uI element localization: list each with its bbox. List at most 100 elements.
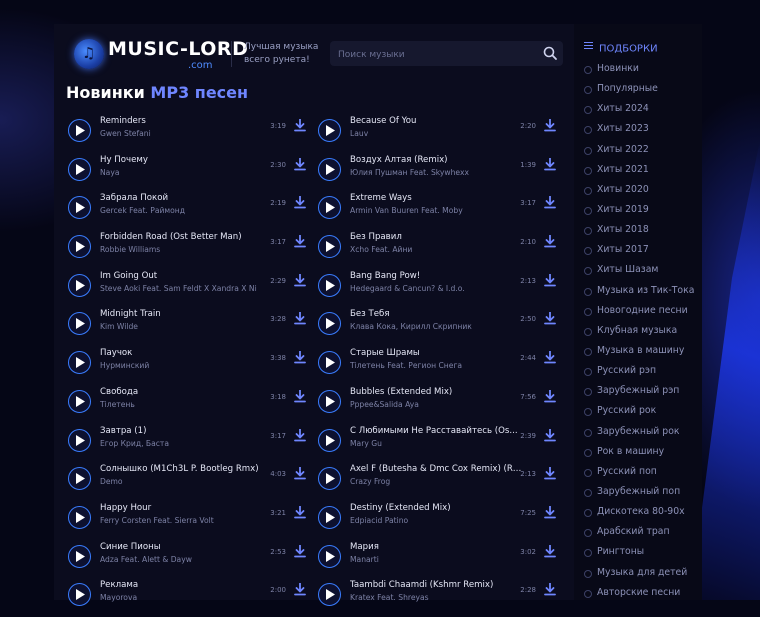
play-button[interactable]: [68, 428, 91, 452]
track-title[interactable]: Bubbles (Extended Mix): [350, 387, 525, 397]
search-input[interactable]: [330, 41, 540, 68]
track-title[interactable]: Без Тебя: [350, 309, 525, 319]
download-icon[interactable]: [294, 196, 306, 209]
site-logo[interactable]: ♫ MUSIC-LORD .com: [74, 38, 248, 71]
track-artist[interactable]: Steve Aoki Feat. Sam Feldt X Xandra X Ni: [100, 284, 258, 293]
play-button[interactable]: [68, 544, 91, 568]
track-artist[interactable]: Gercek Feat. Раймонд: [100, 206, 258, 215]
track-row[interactable]: Синие Пионы Adza Feat. Alett & Dayw 2:53: [68, 540, 308, 579]
track-artist[interactable]: Kratex Feat. Shreyas: [350, 593, 508, 602]
download-icon[interactable]: [544, 467, 556, 480]
track-title[interactable]: Extreme Ways: [350, 193, 525, 203]
play-button[interactable]: [68, 235, 91, 259]
sidebar-item[interactable]: Хиты 2023: [584, 122, 702, 142]
sidebar-item[interactable]: Зарубежный рок: [584, 425, 702, 445]
play-button[interactable]: [318, 544, 341, 568]
download-icon[interactable]: [544, 389, 556, 403]
track-row[interactable]: Forbidden Road (Ost Better Man) Robbie Wi…: [68, 230, 308, 269]
track-artist[interactable]: Тілетень: [100, 400, 258, 409]
track-artist[interactable]: Demo: [100, 477, 258, 486]
track-title[interactable]: Солнышко (M1Ch3L P. Bootleg Rmx): [100, 464, 275, 474]
track-artist[interactable]: Клава Кока, Кирилл Скрипник: [350, 322, 508, 331]
sidebar-item[interactable]: Дискотека 80-90х: [584, 505, 702, 525]
download-icon[interactable]: [294, 273, 306, 287]
sidebar-item[interactable]: Зарубежный рэп: [584, 384, 702, 404]
track-title[interactable]: Реклама: [100, 580, 275, 590]
download-icon[interactable]: [294, 544, 306, 558]
track-title[interactable]: Axel F (Butesha & Dmc Cox Remix) (Ra...: [350, 464, 525, 474]
play-button[interactable]: [318, 235, 341, 259]
search-icon[interactable]: [542, 45, 559, 62]
sidebar-item[interactable]: Музыка из Тик-Тока: [584, 284, 702, 304]
track-row[interactable]: Солнышко (M1Ch3L P. Bootleg Rmx) Demo 4:03: [68, 462, 308, 501]
play-button[interactable]: [318, 505, 341, 529]
track-row[interactable]: Bang Bang Pow! Hedegaard & Cancun? & I.d.…: [318, 269, 558, 308]
track-row[interactable]: Завтра (1) Егор Крид, Баста 3:17: [68, 424, 308, 463]
track-title[interactable]: Забрала Покой: [100, 193, 275, 203]
track-row[interactable]: Reminders Gwen Stefani 3:19: [68, 114, 308, 153]
play-button[interactable]: [318, 428, 341, 452]
sidebar-item[interactable]: Хиты 2017: [584, 243, 702, 263]
download-icon[interactable]: [294, 583, 306, 596]
track-title[interactable]: Мария: [350, 542, 525, 552]
track-artist[interactable]: Mayorova: [100, 593, 258, 602]
track-title[interactable]: Because Of You: [350, 116, 525, 126]
play-button[interactable]: [68, 467, 91, 491]
sidebar-item[interactable]: Музыка в машину: [584, 344, 702, 364]
sidebar-item[interactable]: Музыка для детей: [584, 566, 702, 586]
sidebar-item[interactable]: Русский рок: [584, 404, 702, 424]
download-icon[interactable]: [294, 157, 306, 171]
track-title[interactable]: Destiny (Extended Mix): [350, 503, 525, 513]
track-artist[interactable]: Gwen Stefani: [100, 129, 258, 138]
play-button[interactable]: [68, 196, 91, 220]
play-button[interactable]: [318, 273, 341, 297]
sidebar-item[interactable]: Хиты 2021: [584, 163, 702, 183]
sidebar-item[interactable]: Хиты Шазам: [584, 263, 702, 283]
sidebar-item[interactable]: Рингтоны: [584, 545, 702, 565]
sidebar-item[interactable]: Популярные: [584, 82, 702, 102]
track-row[interactable]: Воздух Алтая (Remix) Юлия Пушман Feat. Sk…: [318, 153, 558, 192]
track-row[interactable]: С Любимыми Не Расставайтесь (Os... Mary G…: [318, 424, 558, 463]
track-artist[interactable]: Armin Van Buuren Feat. Moby: [350, 206, 508, 215]
sidebar-item[interactable]: Хиты 2024: [584, 102, 702, 122]
sidebar-item[interactable]: Новогодние песни: [584, 304, 702, 324]
play-button[interactable]: [68, 273, 91, 297]
track-row[interactable]: Забрала Покой Gercek Feat. Раймонд 2:19: [68, 191, 308, 230]
track-title[interactable]: Воздух Алтая (Remix): [350, 155, 525, 165]
track-row[interactable]: Axel F (Butesha & Dmc Cox Remix) (Ra... C…: [318, 462, 558, 501]
download-icon[interactable]: [544, 428, 556, 442]
download-icon[interactable]: [294, 467, 306, 480]
download-icon[interactable]: [294, 428, 306, 442]
play-button[interactable]: [318, 467, 341, 491]
download-icon[interactable]: [544, 196, 556, 209]
play-button[interactable]: [318, 157, 341, 181]
download-icon[interactable]: [544, 235, 556, 248]
track-artist[interactable]: Егор Крид, Баста: [100, 439, 258, 448]
track-row[interactable]: Happy Hour Ferry Corsten Feat. Sierra Vol…: [68, 501, 308, 540]
track-artist[interactable]: Adza Feat. Alett & Dayw: [100, 555, 258, 564]
play-button[interactable]: [68, 583, 91, 607]
download-icon[interactable]: [544, 505, 556, 519]
track-artist[interactable]: Edpiacid Patino: [350, 516, 508, 525]
sidebar-item[interactable]: Русский поп: [584, 465, 702, 485]
track-row[interactable]: Реклама Mayorova 2:00: [68, 578, 308, 617]
download-icon[interactable]: [294, 351, 306, 364]
sidebar-item[interactable]: Русский рэп: [584, 364, 702, 384]
track-row[interactable]: Без Тебя Клава Кока, Кирилл Скрипник 2:50: [318, 307, 558, 346]
track-row[interactable]: Im Going Out Steve Aoki Feat. Sam Feldt X…: [68, 269, 308, 308]
download-icon[interactable]: [544, 157, 556, 171]
track-artist[interactable]: Robbie Williams: [100, 245, 258, 254]
play-button[interactable]: [68, 312, 91, 336]
play-button[interactable]: [318, 389, 341, 413]
track-artist[interactable]: Xcho Feat. Айни: [350, 245, 508, 254]
track-title[interactable]: Ну Почему: [100, 155, 275, 165]
track-artist[interactable]: Hedegaard & Cancun? & I.d.o.: [350, 284, 508, 293]
track-title[interactable]: С Любимыми Не Расставайтесь (Os...: [350, 426, 525, 436]
sidebar-item[interactable]: Хиты 2018: [584, 223, 702, 243]
track-title[interactable]: Синие Пионы: [100, 542, 275, 552]
play-button[interactable]: [318, 312, 341, 336]
download-icon[interactable]: [294, 312, 306, 325]
track-artist[interactable]: Pppee&Salida Aya: [350, 400, 508, 409]
track-title[interactable]: Свобода: [100, 387, 275, 397]
track-title[interactable]: Bang Bang Pow!: [350, 271, 525, 281]
